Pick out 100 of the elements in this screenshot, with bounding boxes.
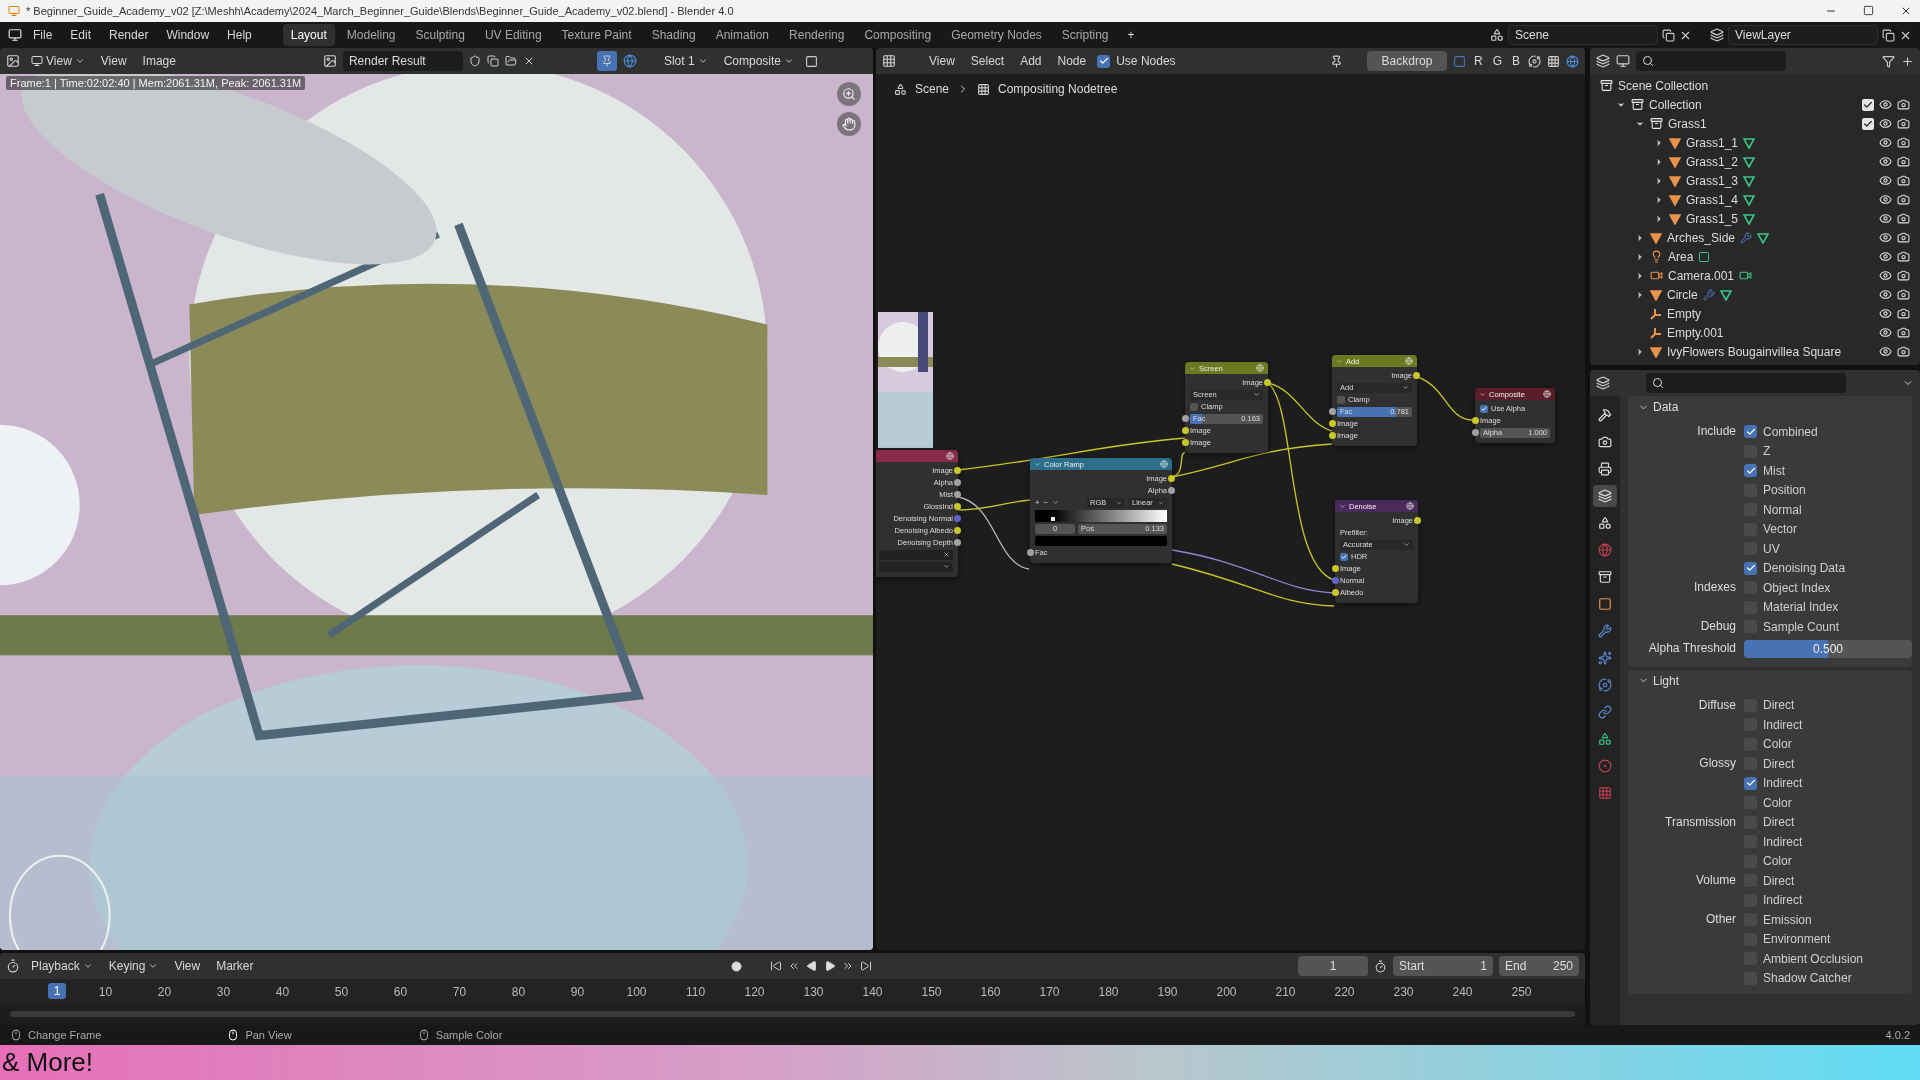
scene-field[interactable]: Scene [1508, 25, 1658, 45]
overlay-icon[interactable] [622, 54, 637, 68]
camera-icon[interactable] [1897, 117, 1910, 130]
camera-icon[interactable] [1897, 174, 1910, 187]
next-keyframe-icon[interactable] [841, 960, 854, 972]
expand-arrow-icon[interactable] [1635, 270, 1645, 281]
workspace-tab[interactable]: Rendering [781, 24, 853, 46]
expand-arrow-icon[interactable] [1635, 289, 1645, 300]
menu-item[interactable]: Select [965, 52, 1010, 70]
menu-item[interactable]: Window [159, 25, 217, 45]
overlay-icon[interactable] [1566, 54, 1579, 68]
color-ramp[interactable] [1035, 509, 1167, 522]
outliner-item[interactable]: Grass1_5 [1686, 211, 1739, 226]
checkbox[interactable] [1862, 117, 1874, 130]
breadcrumb[interactable]: Compositing Nodetree [998, 82, 1118, 96]
caret-icon[interactable] [943, 563, 950, 570]
socket[interactable] [1168, 475, 1175, 482]
caret-icon[interactable] [784, 56, 794, 66]
camera-icon[interactable] [1897, 250, 1910, 263]
socket[interactable] [1182, 427, 1189, 434]
add-workspace-button[interactable]: + [1120, 25, 1142, 45]
expand-arrow-icon[interactable] [1635, 232, 1645, 243]
outliner-item[interactable]: Grass1_3 [1686, 173, 1739, 188]
socket[interactable] [1413, 372, 1420, 379]
close-icon[interactable] [943, 551, 950, 558]
socket[interactable] [1332, 589, 1339, 596]
app-logo-icon[interactable] [8, 28, 22, 42]
eye-icon[interactable] [1879, 231, 1892, 244]
channel-button[interactable]: R [1471, 52, 1485, 70]
checkbox[interactable] [1862, 98, 1874, 111]
expand-arrow-icon[interactable] [1635, 251, 1645, 262]
workspace-tab[interactable]: Sculpting [407, 24, 473, 46]
socket[interactable] [1332, 565, 1339, 572]
camera-icon[interactable] [1897, 326, 1910, 339]
camera-icon[interactable] [1897, 98, 1910, 111]
socket[interactable] [1264, 379, 1271, 386]
collapse-icon[interactable] [1339, 502, 1346, 510]
camera-icon[interactable] [1897, 136, 1910, 149]
eye-icon[interactable] [1879, 288, 1892, 301]
pin-icon[interactable] [1329, 54, 1343, 68]
eye-icon[interactable] [1879, 212, 1892, 225]
socket[interactable] [954, 527, 961, 534]
snap-icon[interactable] [1528, 54, 1541, 68]
printer-icon[interactable] [1598, 462, 1612, 476]
alpha-threshold-slider[interactable]: 0.500 [1744, 639, 1912, 658]
play-icon[interactable] [823, 960, 836, 972]
pan-hand-icon[interactable] [837, 112, 861, 136]
menu-item[interactable]: Node [1052, 52, 1092, 70]
outliner-item[interactable]: Grass1_4 [1686, 192, 1739, 207]
display-mode-icon[interactable] [1616, 54, 1630, 68]
camera-icon[interactable] [1897, 193, 1910, 206]
workspace-tab[interactable]: Scripting [1053, 24, 1117, 46]
caret-icon[interactable] [1253, 391, 1260, 398]
zoom-icon[interactable] [837, 82, 861, 106]
editor-type-icon[interactable] [6, 959, 20, 973]
expand-arrow-icon[interactable] [1654, 175, 1664, 186]
shield-icon[interactable] [468, 55, 481, 67]
socket[interactable] [1472, 417, 1479, 424]
preview-icon[interactable] [1406, 502, 1414, 510]
hand-icon[interactable] [842, 117, 856, 131]
checkbox[interactable] [1480, 404, 1488, 413]
eye-icon[interactable] [1879, 269, 1892, 282]
maximize-icon[interactable] [1863, 5, 1874, 16]
mode-dropdown[interactable]: View [26, 52, 90, 70]
eye-icon[interactable] [1879, 174, 1892, 187]
preview-icon[interactable] [1543, 390, 1551, 398]
outliner-item[interactable]: Scene Collection [1618, 78, 1709, 93]
collapse-icon[interactable] [1479, 390, 1486, 398]
layers-icon[interactable] [1598, 489, 1612, 503]
copy-icon[interactable] [486, 55, 499, 67]
filter-icon[interactable] [1882, 54, 1895, 68]
link-icon[interactable] [1598, 705, 1612, 719]
copy-icon[interactable] [1662, 28, 1675, 42]
playhead[interactable]: 1 [48, 983, 66, 999]
preview-icon[interactable] [1405, 357, 1413, 365]
preview-icon[interactable] [1256, 364, 1264, 372]
outliner-item[interactable]: Area [1668, 249, 1694, 264]
socket[interactable] [954, 539, 961, 546]
checkbox[interactable] [1744, 561, 1757, 575]
globe-icon[interactable] [1598, 543, 1612, 557]
workspace-tab[interactable]: Layout [282, 24, 335, 46]
menu-item[interactable]: Edit [63, 25, 99, 45]
image-name-field[interactable]: Render Result [342, 51, 463, 71]
caret-icon[interactable] [82, 961, 93, 971]
checkbox[interactable] [1097, 54, 1111, 68]
socket[interactable] [1027, 549, 1034, 556]
camera-icon[interactable] [1897, 212, 1910, 225]
workspace-tab[interactable]: Texture Paint [553, 24, 640, 46]
camera-icon[interactable] [1897, 345, 1910, 358]
outliner-item[interactable]: Grass1_2 [1686, 154, 1739, 169]
ramp-stop[interactable] [1049, 515, 1056, 522]
text-field[interactable] [879, 549, 953, 560]
camera-icon[interactable] [1598, 435, 1612, 449]
eye-icon[interactable] [1879, 345, 1892, 358]
menu-item[interactable]: View [169, 957, 206, 975]
wrench-icon[interactable] [1740, 231, 1753, 244]
caret-icon[interactable] [1403, 541, 1410, 548]
expand-arrow-icon[interactable] [1654, 213, 1664, 224]
preview-icon[interactable] [946, 452, 954, 460]
menu-item[interactable]: View [924, 52, 960, 70]
